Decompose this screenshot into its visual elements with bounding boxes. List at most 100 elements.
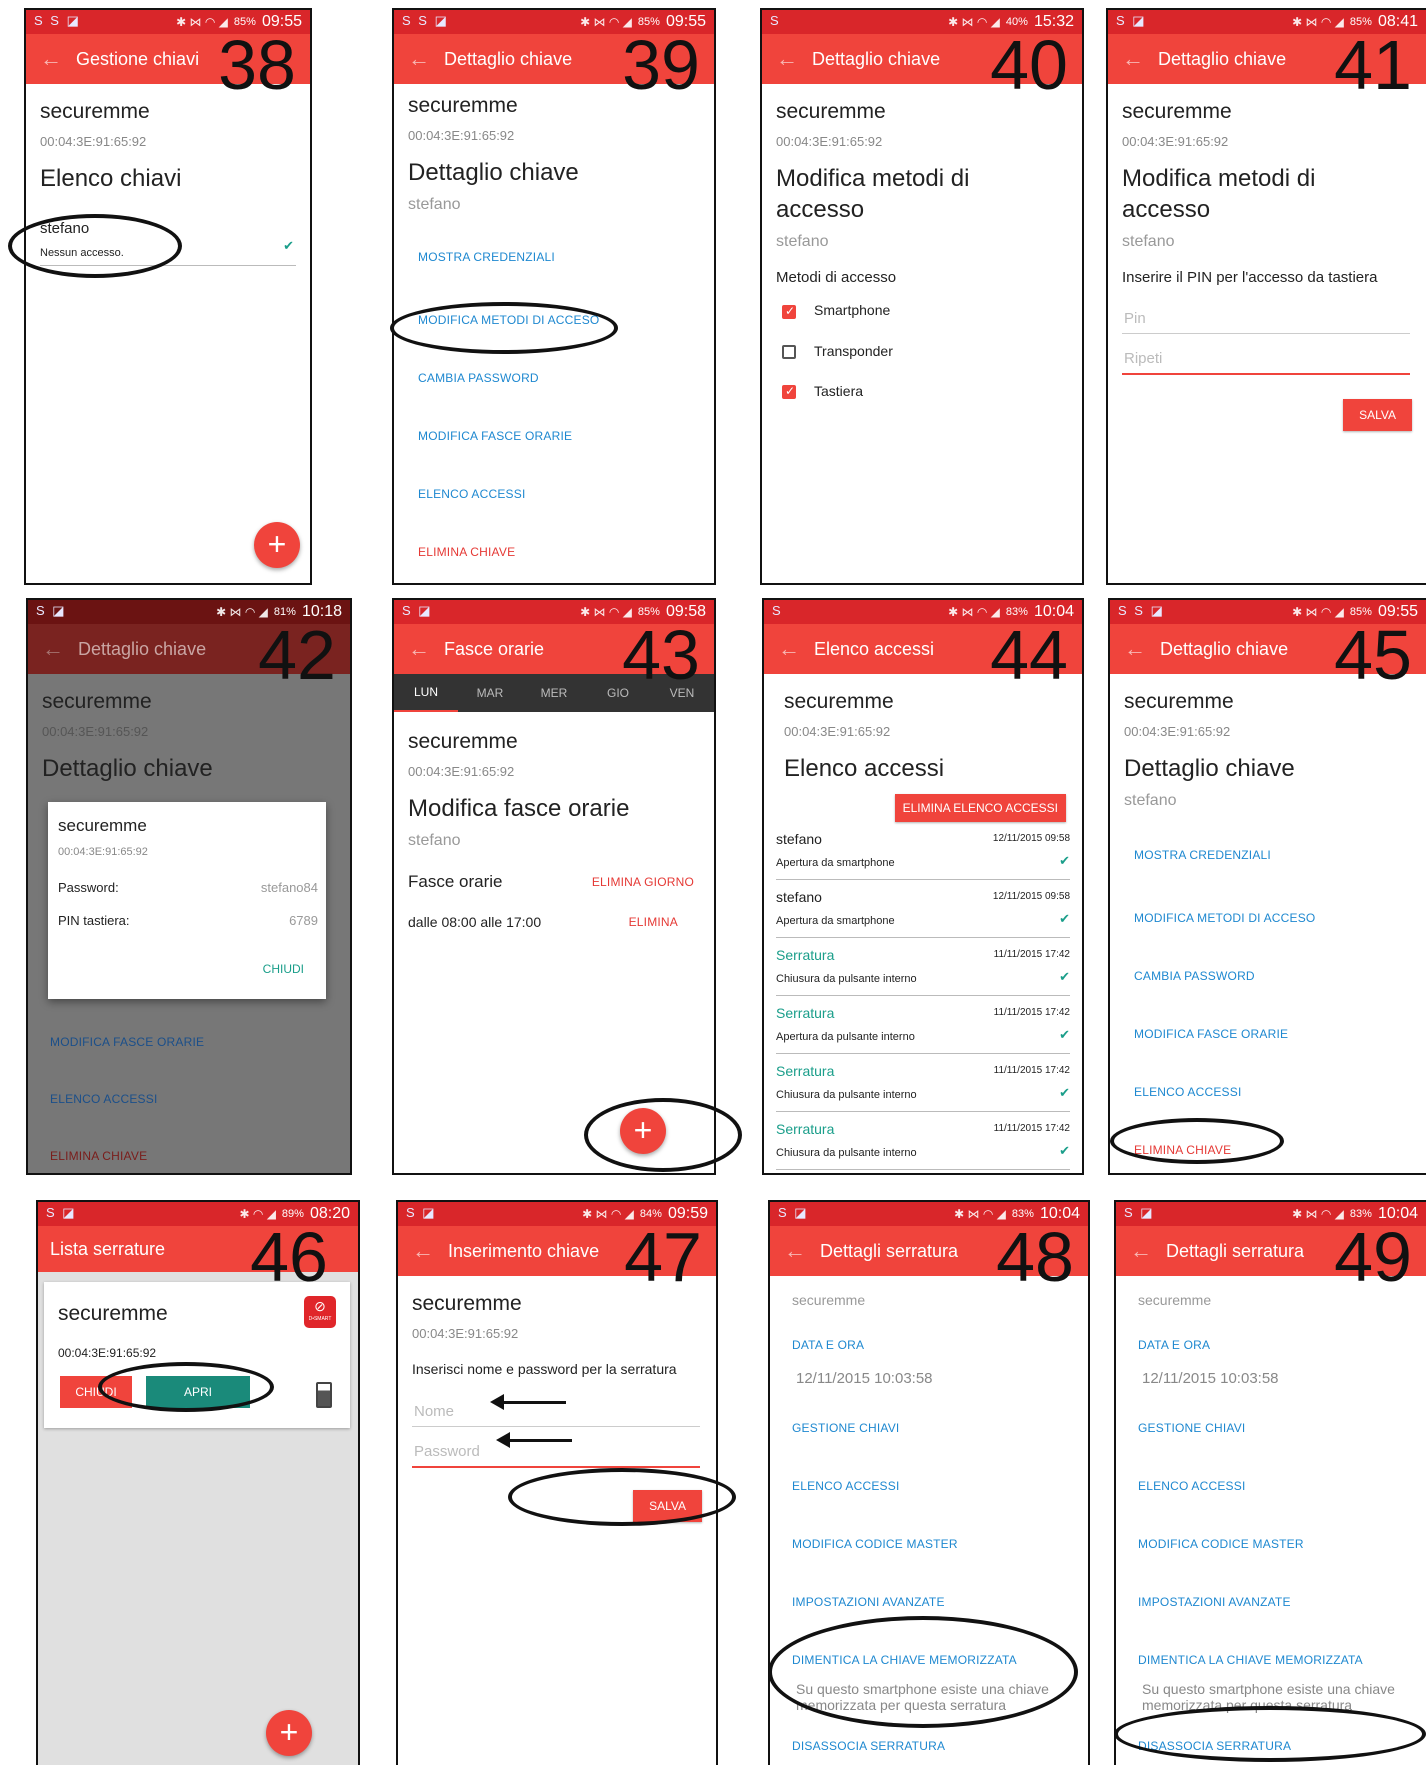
forget-stored-key-link[interactable]: DIMENTICA LA CHIAVE MEMORIZZATA — [1138, 1653, 1404, 1667]
annotation-oval — [508, 1468, 736, 1526]
app-bar-title: Dettagli serratura — [820, 1240, 959, 1261]
access-list-item: stefano 12/11/2015 09:58 Apertura da smart… — [776, 829, 1070, 881]
checkmark-icon: ✔ — [1059, 1085, 1070, 1101]
app-bar: Lista serrature 46 — [38, 1222, 358, 1292]
tab-mar[interactable]: MAR — [458, 674, 522, 712]
tab-lun[interactable]: LUN — [394, 674, 458, 712]
edit-time-slots-link[interactable]: MODIFICA FASCE ORARIE — [50, 1035, 204, 1049]
annotation-oval — [98, 1362, 274, 1412]
add-lock-button[interactable]: + — [266, 1710, 312, 1756]
advanced-settings-link[interactable]: IMPOSTAZIONI AVANZATE — [1138, 1595, 1404, 1609]
back-arrow-icon[interactable]: ← — [1108, 46, 1158, 72]
password-input[interactable]: Password — [412, 1439, 700, 1468]
checkmark-icon: ✔ — [283, 238, 294, 254]
back-arrow-icon[interactable]: ← — [28, 636, 78, 662]
access-timestamp: 11/11/2015 17:42 — [993, 1007, 1070, 1019]
close-dialog-button[interactable]: CHIUDI — [48, 962, 304, 976]
device-mac: 00:04:3E:91:65:92 — [1124, 724, 1231, 739]
access-list-link[interactable]: ELENCO ACCESSI — [50, 1092, 158, 1106]
change-password-link[interactable]: CAMBIA PASSWORD — [408, 371, 700, 385]
back-arrow-icon[interactable]: ← — [1110, 636, 1160, 662]
date-time-link[interactable]: DATA E ORA — [1138, 1338, 1404, 1352]
delete-key-link[interactable]: ELIMINA CHIAVE — [50, 1149, 147, 1163]
checkmark-icon: ✔ — [1059, 969, 1070, 985]
app-bar-title: Dettaglio chiave — [1158, 48, 1287, 69]
brand-logo-icon: ⊘ D•SMART — [304, 1296, 336, 1328]
annotation-oval — [584, 1098, 742, 1172]
save-button[interactable]: SALVA — [1343, 399, 1412, 432]
back-arrow-icon[interactable]: ← — [762, 46, 812, 72]
app-bar: ← Inserimento chiave 47 — [398, 1222, 716, 1292]
show-credentials-link[interactable]: MOSTRA CREDENZIALI — [1124, 848, 1412, 862]
access-timestamp: 11/11/2015 17:42 — [993, 949, 1070, 961]
edit-master-code-link[interactable]: MODIFICA CODICE MASTER — [1138, 1537, 1404, 1551]
app-bar-title: Fasce orarie — [444, 638, 545, 659]
back-arrow-icon[interactable]: ← — [26, 46, 76, 72]
checkmark-icon: ✔ — [1059, 1143, 1070, 1159]
annotation-arrow — [496, 1432, 572, 1448]
pin-label: PIN tastiera: — [58, 913, 130, 928]
date-time-link[interactable]: DATA E ORA — [792, 1338, 1066, 1352]
access-list-link[interactable]: ELENCO ACCESSI — [792, 1479, 1066, 1493]
back-arrow-icon[interactable]: ← — [770, 1238, 820, 1264]
device-mac: 00:04:3E:91:65:92 — [408, 128, 515, 143]
key-management-link[interactable]: GESTIONE CHIAVI — [792, 1421, 1066, 1435]
tab-mer[interactable]: MER — [522, 674, 586, 712]
app-bar-title: Dettagli serratura — [1166, 1240, 1305, 1261]
delete-day-link[interactable]: ELIMINA GIORNO — [592, 875, 694, 889]
battery-icon — [316, 1382, 332, 1408]
access-list-link[interactable]: ELENCO ACCESSI — [1124, 1085, 1412, 1099]
back-arrow-icon[interactable]: ← — [394, 46, 444, 72]
app-bar-title: Elenco accessi — [814, 638, 935, 659]
back-arrow-icon[interactable]: ← — [398, 1238, 448, 1264]
checkbox-checked-icon[interactable] — [782, 304, 796, 319]
app-bar-title: Gestione chiavi — [76, 48, 200, 69]
device-mac: 00:04:3E:91:65:92 — [58, 1346, 157, 1360]
delete-key-link[interactable]: ELIMINA CHIAVE — [408, 545, 700, 559]
show-credentials-link[interactable]: MOSTRA CREDENZIALI — [408, 250, 700, 264]
checkbox-unchecked-icon[interactable] — [782, 344, 796, 359]
advanced-settings-link[interactable]: IMPOSTAZIONI AVANZATE — [792, 1595, 1066, 1609]
access-list-link[interactable]: ELENCO ACCESSI — [1138, 1479, 1404, 1493]
edit-access-methods-link[interactable]: MODIFICA METODI DI ACCESO — [1124, 911, 1412, 925]
change-password-link[interactable]: CAMBIA PASSWORD — [1124, 969, 1412, 983]
repeat-pin-input[interactable]: Ripeti — [1122, 346, 1410, 376]
annotation-oval — [8, 214, 182, 278]
option-smartphone[interactable]: Smartphone — [776, 302, 1068, 319]
edit-time-slots-link[interactable]: MODIFICA FASCE ORARIE — [408, 429, 700, 443]
checkmark-icon: ✔ — [1059, 853, 1070, 869]
annotation-oval — [1114, 1706, 1426, 1762]
page-title: Modifica fasce orarie — [408, 795, 630, 822]
access-timestamp: 11/11/2015 17:42 — [993, 1065, 1070, 1077]
date-time-value: 12/11/2015 10:03:58 — [1142, 1370, 1279, 1387]
unlink-lock-link[interactable]: DISASSOCIA SERRATURA — [792, 1739, 1066, 1753]
back-arrow-icon[interactable]: ← — [394, 636, 444, 662]
edit-master-code-link[interactable]: MODIFICA CODICE MASTER — [792, 1537, 1066, 1551]
delete-slot-link[interactable]: ELIMINA — [629, 915, 678, 929]
checkbox-checked-icon[interactable] — [782, 384, 796, 400]
screen-number: 40 — [990, 26, 1068, 104]
app-bar-title: Dettaglio chiave — [78, 638, 207, 659]
pin-input[interactable]: Pin — [1122, 306, 1410, 335]
section-label: Metodi di accesso — [776, 269, 897, 287]
access-event: Apertura da smartphone — [776, 857, 895, 870]
credentials-dialog: securemme 00:04:3E:91:65:92 Password: st… — [48, 802, 326, 999]
checkmark-icon: ✔ — [1059, 1027, 1070, 1043]
back-arrow-icon[interactable]: ← — [1116, 1238, 1166, 1264]
edit-time-slots-link[interactable]: MODIFICA FASCE ORARIE — [1124, 1027, 1412, 1041]
option-transponder[interactable]: Transponder — [776, 343, 1068, 359]
screen-38: S S ◪ ✱ ⋈ ◠ ◢ 85% 09:55 ← Gestione chiavi 3… — [24, 8, 312, 585]
access-timestamp: 12/11/2015 09:58 — [992, 891, 1070, 903]
add-key-button[interactable]: + — [254, 522, 300, 568]
access-list-link[interactable]: ELENCO ACCESSI — [408, 487, 700, 501]
app-bar: ← Dettaglio chiave 42 — [28, 620, 350, 690]
app-bar: ← Dettagli serratura 49 — [1116, 1222, 1426, 1292]
clear-access-list-button[interactable]: ELIMINA ELENCO ACCESSI — [894, 794, 1066, 823]
screen-number: 43 — [622, 616, 700, 694]
back-arrow-icon[interactable]: ← — [764, 636, 814, 662]
option-keypad[interactable]: Tastiera — [776, 383, 1068, 400]
pin-prompt: Inserire il PIN per l'accesso da tastier… — [1122, 269, 1378, 287]
access-list-item: Serratura 11/11/2015 17:42 Apertura da pul… — [776, 1003, 1070, 1055]
access-list-item: Serratura 11/11/2015 17:42 Chiusura da pul… — [776, 1119, 1070, 1171]
key-management-link[interactable]: GESTIONE CHIAVI — [1138, 1421, 1404, 1435]
